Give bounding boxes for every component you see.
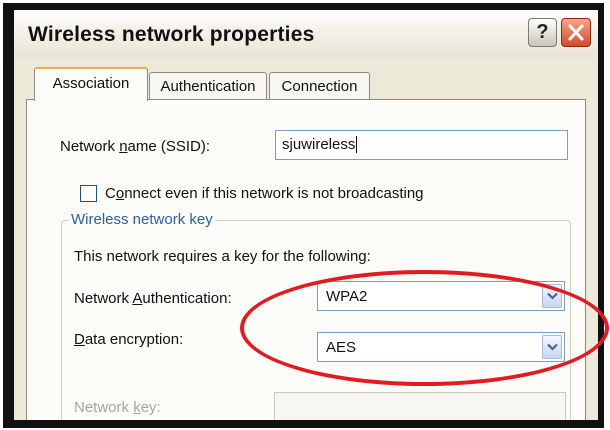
tab-authentication[interactable]: Authentication [149, 72, 267, 99]
network-key-input[interactable] [274, 392, 566, 420]
key-requirement-text: This network requires a key for the foll… [74, 248, 371, 265]
network-key-label: Network key: [74, 399, 161, 416]
window-title: Wireless network properties [28, 23, 315, 46]
data-encryption-label: Data encryption: [74, 331, 184, 348]
title-bar[interactable]: Wireless network properties ? [14, 10, 598, 58]
tab-connection[interactable]: Connection [269, 72, 370, 99]
ssid-input[interactable]: sjuwireless [275, 130, 568, 160]
network-authentication-label: Network Authentication: [74, 290, 232, 307]
broadcast-checkbox[interactable] [80, 185, 97, 202]
close-icon [568, 24, 584, 41]
tab-connection-label: Connection [281, 78, 358, 95]
tab-association-label: Association [52, 75, 130, 92]
ssid-value: sjuwireless [282, 136, 356, 153]
tab-association[interactable]: Association [34, 67, 148, 101]
help-button[interactable]: ? [528, 18, 557, 47]
tab-authentication-label: Authentication [160, 78, 256, 95]
highlight-ellipse [240, 270, 609, 386]
help-icon: ? [536, 21, 549, 43]
wireless-key-group-title: Wireless network key [69, 211, 215, 228]
close-button[interactable] [561, 18, 591, 47]
broadcast-checkbox-label[interactable]: Connect even if this network is not broa… [105, 185, 424, 202]
ssid-label: Network name (SSID): [60, 138, 211, 155]
